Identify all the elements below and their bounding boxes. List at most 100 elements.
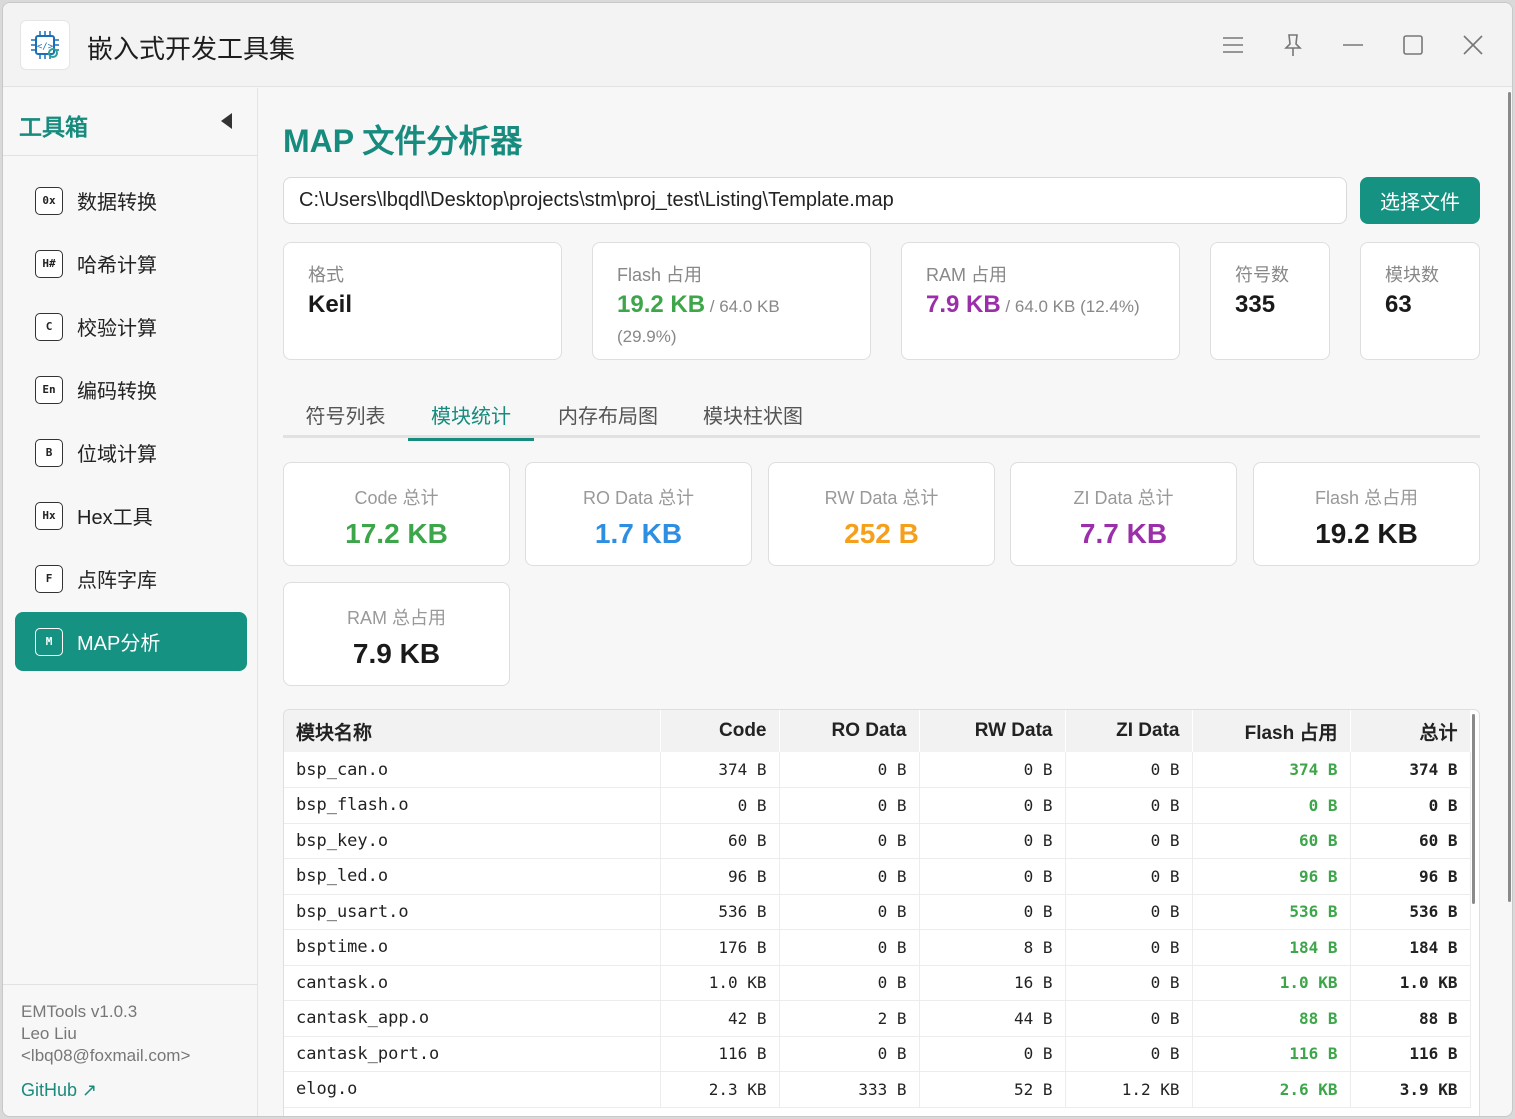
table-cell: 0 B xyxy=(1065,858,1193,895)
table-cell: 0 B xyxy=(779,894,920,930)
module-table-container: 模块名称 Code RO Data RW Data ZI Data Flash … xyxy=(283,709,1480,1116)
sidebar-item-font-matrix[interactable]: F 点阵字库 xyxy=(15,549,247,608)
tab-symbol-list[interactable]: 符号列表 xyxy=(283,390,408,438)
table-row[interactable]: bsp_can.o 374 B0 B0 B0 B 374 B 374 B xyxy=(284,752,1471,788)
flash-total-value: 19.2 KB xyxy=(1315,518,1418,549)
table-cell: 0 B xyxy=(1065,894,1193,930)
sidebar-item-checksum[interactable]: C 校验计算 xyxy=(15,297,247,356)
sidebar-item-encoding[interactable]: En 编码转换 xyxy=(15,360,247,419)
file-path-input[interactable]: C:\Users\lbqdl\Desktop\projects\stm\proj… xyxy=(283,177,1347,224)
flash-total-label: Flash 总占用 xyxy=(1314,488,1419,508)
table-cell: 0 B xyxy=(919,894,1066,930)
sidebar-item-bitfield[interactable]: B 位域计算 xyxy=(15,423,247,482)
table-row[interactable]: cantask_port.o 116 B0 B0 B0 B 116 B 116 B xyxy=(284,1036,1471,1072)
code-total-label: Code 总计 xyxy=(354,488,439,508)
code-total-card: Code 总计 17.2 KB xyxy=(283,462,510,566)
table-cell: 116 B xyxy=(1192,1036,1351,1072)
close-icon[interactable] xyxy=(1453,25,1493,65)
table-cell: 0 B xyxy=(1065,965,1193,1001)
table-cell: 0 B xyxy=(919,823,1066,859)
table-row[interactable]: elog.o 2.3 KB 333 B 52 B 1.2 KB 2.6 KB 3.9 KB xyxy=(284,1071,1471,1108)
tab-module-bar-chart[interactable]: 模块柱状图 xyxy=(683,390,823,438)
map-badge-icon: M xyxy=(35,627,63,656)
flash-usage-value: 19.2 KB xyxy=(617,291,706,318)
table-cell: 536 B xyxy=(1192,894,1351,930)
column-header[interactable]: RW Data xyxy=(919,710,1066,752)
table-cell: 42 B xyxy=(660,1000,780,1037)
column-header[interactable]: Code xyxy=(660,710,780,752)
main-scrollbar[interactable] xyxy=(1508,92,1511,902)
table-cell: 374 B xyxy=(1192,752,1351,788)
module-name-cell: bsp_flash.o xyxy=(284,787,661,824)
table-cell: 0 B xyxy=(1065,752,1193,788)
module-name-cell: cantask_port.o xyxy=(284,1036,661,1072)
table-cell: 0 B xyxy=(919,787,1066,824)
pin-icon[interactable] xyxy=(1273,25,1313,65)
modules-card: 模块数 63 xyxy=(1360,242,1480,360)
module-table: 模块名称 Code RO Data RW Data ZI Data Flash … xyxy=(284,710,1471,1108)
table-row[interactable]: bsp_led.o 96 B0 B0 B0 B 96 B 96 B xyxy=(284,858,1471,895)
table-cell: 0 B xyxy=(1065,1036,1193,1072)
module-name-cell: cantask_app.o xyxy=(284,1000,661,1037)
column-header[interactable]: 总计 xyxy=(1350,710,1471,752)
column-header[interactable]: ZI Data xyxy=(1065,710,1193,752)
sidebar-item-hex-tool[interactable]: Hx Hex工具 xyxy=(15,486,247,545)
encoding-badge-icon: En xyxy=(35,375,63,404)
ram-usage-value: 7.9 KB xyxy=(926,291,1001,318)
table-cell: 1.2 KB xyxy=(1065,1071,1193,1108)
tab-bar: 符号列表 模块统计 内存布局图 模块柱状图 xyxy=(283,390,1480,441)
menu-icon[interactable] xyxy=(1213,25,1253,65)
table-cell: 0 B xyxy=(1192,787,1351,824)
table-cell: 0 B xyxy=(1065,1000,1193,1037)
table-row[interactable]: bsptime.o 176 B0 B8 B0 B 184 B 184 B xyxy=(284,929,1471,966)
table-cell: 88 B xyxy=(1192,1000,1351,1037)
table-cell: 536 B xyxy=(1350,894,1471,930)
table-cell: 1.0 KB xyxy=(1192,965,1351,1001)
table-cell: 184 B xyxy=(1192,929,1351,966)
app-window: </> 嵌入式开发工具集 工具箱 0x 数据转换 H# 哈希计算 C 校验计算 … xyxy=(2,2,1513,1117)
column-header[interactable]: 模块名称 xyxy=(284,710,661,752)
author-name: Leo Liu xyxy=(21,1024,77,1043)
page-title: MAP 文件分析器 xyxy=(283,123,523,159)
sidebar-item-map-analysis[interactable]: M MAP分析 xyxy=(15,612,247,671)
modules-value: 63 xyxy=(1385,291,1412,318)
table-row[interactable]: cantask_app.o 42 B2 B 44 B0 B 88 B 88 B xyxy=(284,1000,1471,1037)
flash-capacity: / 64.0 KB xyxy=(705,297,780,316)
table-row[interactable]: cantask.o 1.0 KB 0 B 16 B0 B 1.0 KB 1.0 KB xyxy=(284,965,1471,1001)
symbols-card: 符号数 335 xyxy=(1210,242,1330,360)
sidebar-item-data-convert[interactable]: 0x 数据转换 xyxy=(15,171,247,230)
tab-memory-layout[interactable]: 内存布局图 xyxy=(543,390,673,438)
column-header[interactable]: Flash 占用 xyxy=(1192,710,1351,752)
table-cell: 0 B xyxy=(779,787,920,824)
module-name-cell: bsp_can.o xyxy=(284,752,661,788)
table-row[interactable]: bsp_key.o 60 B0 B0 B0 B 60 B 60 B xyxy=(284,823,1471,859)
ro-data-total-label: RO Data 总计 xyxy=(582,488,695,508)
table-cell: 374 B xyxy=(1350,752,1471,788)
hash-badge-icon: H# xyxy=(35,249,63,278)
sidebar-item-hash[interactable]: H# 哈希计算 xyxy=(15,234,247,293)
collapse-sidebar-icon[interactable] xyxy=(221,113,232,129)
choose-file-button[interactable]: 选择文件 xyxy=(1360,177,1480,224)
table-scrollbar[interactable] xyxy=(1472,714,1475,904)
table-cell: 333 B xyxy=(779,1071,920,1108)
table-row[interactable]: bsp_usart.o 536 B0 B0 B0 B 536 B 536 B xyxy=(284,894,1471,930)
table-row[interactable]: bsp_flash.o 0 B0 B0 B0 B0 B0 B xyxy=(284,787,1471,824)
table-cell: 60 B xyxy=(1192,823,1351,859)
ro-data-total-card: RO Data 总计 1.7 KB xyxy=(525,462,752,566)
font-badge-icon: F xyxy=(35,564,63,593)
sidebar-nav: 0x 数据转换 H# 哈希计算 C 校验计算 En 编码转换 B 位域计算 Hx… xyxy=(15,171,247,675)
checksum-badge-icon: C xyxy=(35,312,63,341)
rw-data-total-label: RW Data 总计 xyxy=(824,488,939,508)
github-link[interactable]: GitHub ↗ xyxy=(21,1079,97,1101)
minimize-icon[interactable] xyxy=(1333,25,1373,65)
table-cell: 0 B xyxy=(1350,787,1471,824)
rw-data-total-card: RW Data 总计 252 B xyxy=(768,462,995,566)
tab-module-stats[interactable]: 模块统计 xyxy=(408,390,534,441)
module-name-cell: cantask.o xyxy=(284,965,661,1001)
bitfield-badge-icon: B xyxy=(35,438,63,467)
maximize-icon[interactable] xyxy=(1393,25,1433,65)
title-bar: </> 嵌入式开发工具集 xyxy=(3,3,1512,87)
format-value: Keil xyxy=(308,291,353,318)
column-header[interactable]: RO Data xyxy=(779,710,920,752)
module-name-cell: bsptime.o xyxy=(284,929,661,966)
